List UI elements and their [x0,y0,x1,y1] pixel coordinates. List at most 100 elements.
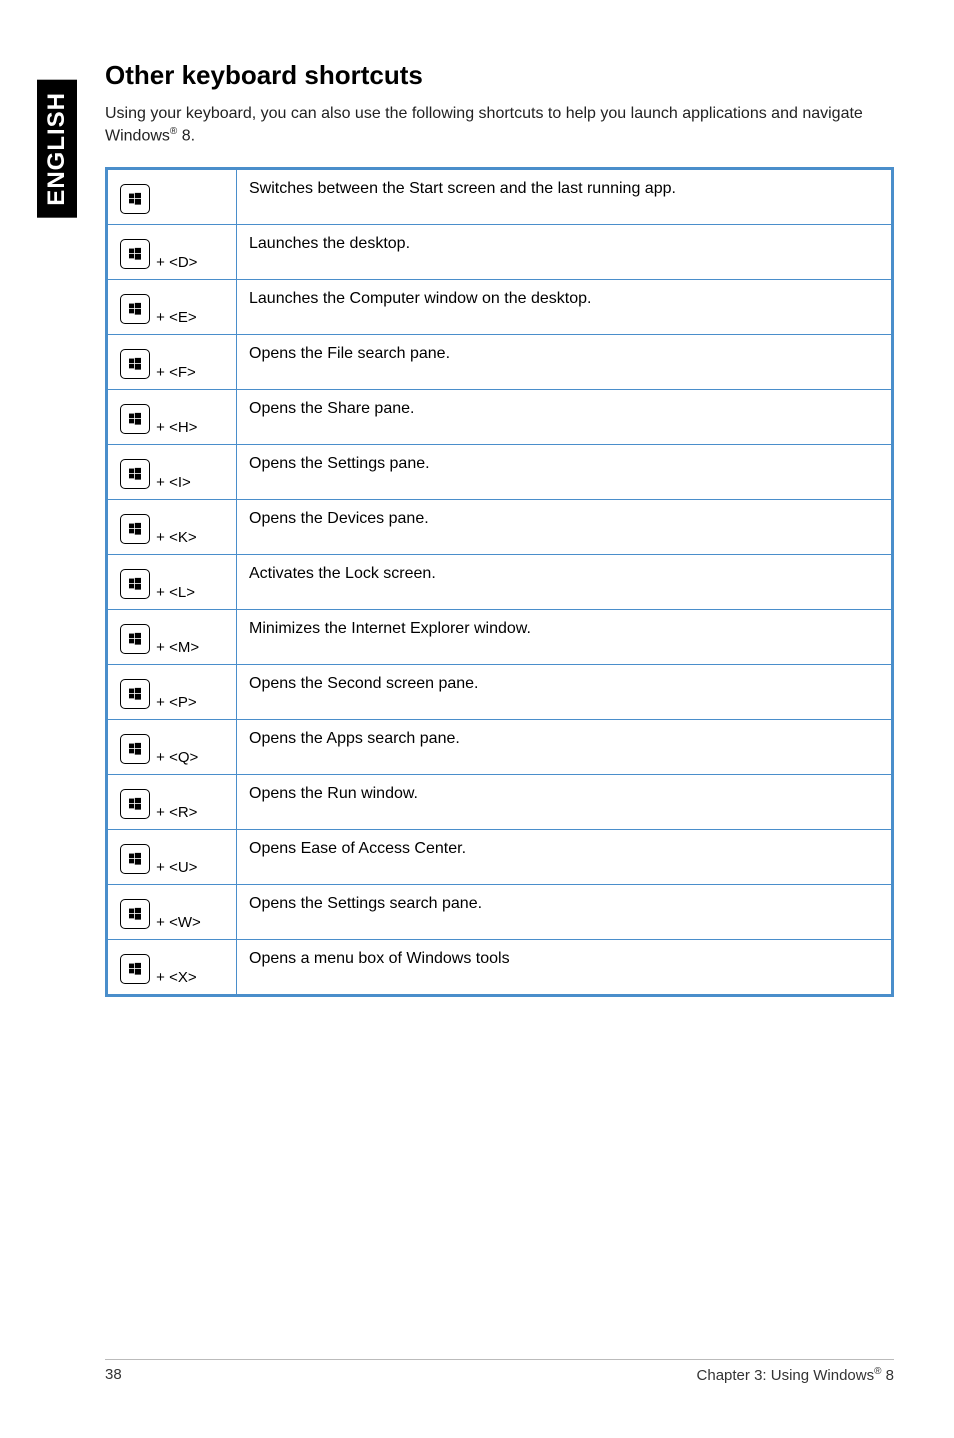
windows-logo-icon [129,962,141,974]
shortcut-description-cell: Opens Ease of Access Center. [237,829,893,884]
table-row: + <Q>Opens the Apps search pane. [107,719,893,774]
shortcut-key-cell: + <D> [107,224,237,279]
table-row: + <K> Opens the Devices pane. [107,499,893,554]
intro-paragraph: Using your keyboard, you can also use th… [105,103,894,147]
shortcut-description-cell: Launches the desktop. [237,224,893,279]
shortcut-key-suffix: + <X> [152,969,197,986]
intro-text: Using your keyboard, you can also use th… [105,105,863,144]
windows-logo-icon [129,522,141,534]
table-row: + <M> Minimizes the Internet Explorer win… [107,609,893,664]
windows-logo-icon [129,632,141,644]
shortcuts-tbody: Switches between the Start screen and th… [107,168,893,995]
shortcut-key-cell: + <K> [107,499,237,554]
shortcut-description-cell: Opens the Share pane. [237,389,893,444]
shortcut-key-cell: + <X> [107,939,237,995]
windows-key-icon [120,624,150,654]
shortcut-key-cell: + <R> [107,774,237,829]
shortcut-key-suffix: + <P> [152,694,197,711]
windows-key-icon [120,844,150,874]
windows-key-icon [120,954,150,984]
chapter-text-suffix: 8 [881,1367,894,1384]
table-row: + <W> Opens the Settings search pane. [107,884,893,939]
windows-logo-icon [129,742,141,754]
table-row: Switches between the Start screen and th… [107,168,893,224]
shortcut-key-suffix: + <K> [152,529,197,546]
shortcut-description-cell: Opens the Second screen pane. [237,664,893,719]
shortcut-key-suffix: + <D> [152,254,197,271]
windows-logo-icon [129,412,141,424]
footer-divider [105,1359,894,1360]
windows-logo-icon [129,192,141,204]
shortcut-key-suffix: + <M> [152,639,199,656]
shortcut-key-suffix: + <W> [152,914,201,931]
shortcut-description-cell: Opens the Devices pane. [237,499,893,554]
section-heading: Other keyboard shortcuts [105,60,894,91]
content-area: Other keyboard shortcuts Using your keyb… [105,60,894,997]
chapter-label: Chapter 3: Using Windows® 8 [697,1366,894,1384]
windows-key-icon [120,899,150,929]
windows-logo-icon [129,302,141,314]
shortcut-description-cell: Launches the Computer window on the desk… [237,279,893,334]
table-row: + <R> Opens the Run window. [107,774,893,829]
windows-logo-icon [129,357,141,369]
shortcut-description-cell: Opens the Run window. [237,774,893,829]
shortcut-key-suffix: + <H> [152,419,197,436]
shortcut-key-cell: + <H> [107,389,237,444]
chapter-text: Chapter 3: Using Windows [697,1367,875,1384]
shortcut-description-cell: Opens the Settings pane. [237,444,893,499]
windows-key-icon [120,294,150,324]
windows-key-icon [120,734,150,764]
windows-key-icon [120,239,150,269]
shortcut-description-cell: Activates the Lock screen. [237,554,893,609]
page: ENGLISH Other keyboard shortcuts Using y… [0,0,954,1438]
windows-logo-icon [129,577,141,589]
page-number: 38 [105,1366,122,1384]
shortcut-key-suffix: + <U> [152,859,197,876]
shortcut-key-cell: + <U> [107,829,237,884]
shortcut-description-cell: Switches between the Start screen and th… [237,168,893,224]
page-footer: 38 Chapter 3: Using Windows® 8 [0,1359,954,1384]
table-row: + <U> Opens Ease of Access Center. [107,829,893,884]
table-row: + <P> Opens the Second screen pane. [107,664,893,719]
shortcut-key-cell: + <L> [107,554,237,609]
table-row: + <D> Launches the desktop. [107,224,893,279]
windows-key-icon [120,184,150,214]
footer-row: 38 Chapter 3: Using Windows® 8 [105,1366,894,1384]
shortcut-description-cell: Opens a menu box of Windows tools [237,939,893,995]
windows-key-icon [120,569,150,599]
shortcut-key-suffix: + <I> [152,474,191,491]
table-row: + <L> Activates the Lock screen. [107,554,893,609]
windows-key-icon [120,459,150,489]
shortcut-description-cell: Opens the Settings search pane. [237,884,893,939]
shortcut-key-cell: + <P> [107,664,237,719]
table-row: + <H> Opens the Share pane. [107,389,893,444]
windows-logo-icon [129,907,141,919]
windows-key-icon [120,514,150,544]
windows-logo-icon [129,687,141,699]
windows-logo-icon [129,247,141,259]
intro-text-suffix: 8. [177,127,195,144]
shortcut-key-cell: + <Q> [107,719,237,774]
table-row: + <I> Opens the Settings pane. [107,444,893,499]
shortcut-key-cell: + <F> [107,334,237,389]
windows-key-icon [120,404,150,434]
windows-logo-icon [129,467,141,479]
shortcut-key-cell: + <I> [107,444,237,499]
windows-key-icon [120,789,150,819]
shortcut-key-suffix: + <F> [152,364,196,381]
shortcut-key-suffix: + <E> [152,309,197,326]
shortcut-description-cell: Opens the File search pane. [237,334,893,389]
shortcut-key-suffix: + <L> [152,584,195,601]
shortcut-key-cell [107,168,237,224]
shortcut-key-cell: + <W> [107,884,237,939]
table-row: + <F> Opens the File search pane. [107,334,893,389]
shortcut-key-cell: + <M> [107,609,237,664]
shortcut-description-cell: Opens the Apps search pane. [237,719,893,774]
windows-key-icon [120,679,150,709]
shortcut-description-cell: Minimizes the Internet Explorer window. [237,609,893,664]
windows-key-icon [120,349,150,379]
shortcut-key-suffix: + <R> [152,804,197,821]
shortcuts-table: Switches between the Start screen and th… [105,167,894,997]
table-row: + <E> Launches the Computer window on the… [107,279,893,334]
windows-logo-icon [129,797,141,809]
